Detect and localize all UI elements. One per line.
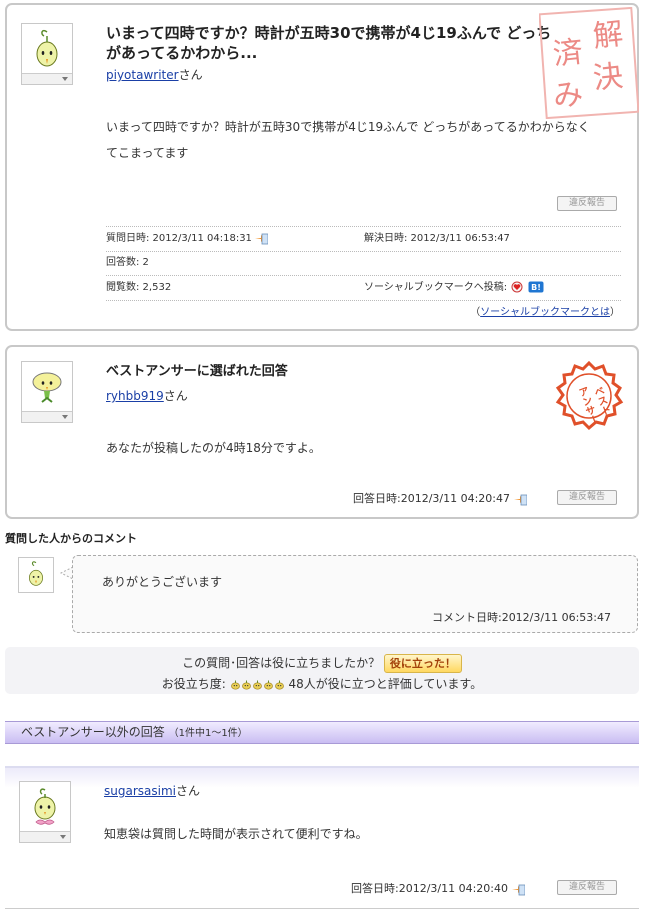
chevron-down-icon — [62, 77, 68, 81]
honorific: さん — [163, 389, 188, 403]
avatar-menu-toggle[interactable] — [20, 831, 70, 842]
svg-text:B!: B! — [531, 283, 541, 292]
best-answer-panel: ベストアンサーに選ばれた回答 ryhbb919さん ベスト アンサー あなたが投… — [5, 345, 639, 519]
info-row-views: 閲覧数: 2,532 ソーシャルブックマークへ投稿: B! — [106, 276, 621, 301]
social-bookmark-label: ソーシャルブックマークへ投稿: — [364, 282, 508, 293]
report-violation-button[interactable]: 違反報告 — [557, 490, 617, 505]
asker-user-link[interactable]: piyotawriter — [106, 68, 179, 82]
rating-sprout-icon — [274, 680, 284, 690]
question-body: いまって四時ですか？時計が五時30で携帯が4じ19ふんで どっちがあってるかわか… — [106, 114, 634, 166]
comment-avatar[interactable] — [18, 557, 54, 593]
helpful-button[interactable]: 役に立った！ — [383, 654, 462, 673]
other-answerer-user-link[interactable]: sugarsasimi — [104, 784, 176, 798]
rating-summary: 48人が役に立つと評価しています。 — [288, 677, 483, 691]
answerer-user: ryhbb919さん — [106, 387, 188, 404]
other-answer-body: 知恵袋は質問した時間が表示されて便利ですね。 — [104, 827, 368, 841]
rating-sprout-icon — [230, 680, 240, 690]
mushroom-character-icon — [32, 372, 62, 403]
helpful-rating-row: お役立ち度: 48人が役に立つと評価しています。 — [5, 675, 639, 692]
answered-datetime: 回答日時:2012/3/11 04:20:47 — [353, 492, 511, 505]
memo-icon[interactable] — [511, 883, 525, 896]
answerer-user-link[interactable]: ryhbb919 — [106, 389, 164, 403]
honorific: さん — [175, 784, 200, 798]
info-row-counts: 回答数: 2 — [106, 251, 621, 276]
answerer-avatar[interactable] — [21, 361, 73, 423]
question-title: いまって四時ですか？時計が五時30で携帯が4じ19ふんで どっちがあってるかわか… — [106, 24, 552, 62]
question-body-line: てこまってます — [106, 146, 189, 160]
avatar-menu-toggle[interactable] — [22, 73, 72, 84]
asker-comment-time: コメント日時:2012/3/11 06:53:47 — [431, 611, 611, 624]
rating-sprout-icon — [252, 680, 262, 690]
asker-user: piyotawriterさん — [106, 66, 203, 83]
asked-datetime: 質問日時: 2012/3/11 04:18:31 — [106, 233, 252, 244]
other-answers-header: ベストアンサー以外の回答 （1件中1～1件） — [5, 721, 639, 744]
paren-open: （ — [470, 307, 481, 318]
sprout-character-icon — [36, 29, 58, 67]
view-count: 閲覧数: 2,532 — [106, 282, 172, 293]
helpful-question: この質問･回答は役に立ちましたか？ — [182, 656, 381, 670]
chevron-down-icon — [62, 415, 68, 419]
resolved-stamp: 解 決 済 み — [539, 7, 639, 119]
other-answerer-avatar[interactable] — [19, 781, 71, 843]
other-answerer-user: sugarsasimiさん — [104, 782, 200, 799]
social-bookmark-help: （ソーシャルブックマークとは） — [106, 303, 620, 318]
other-answer-item: sugarsasimiさん 知恵袋は質問した時間が表示されて便利ですね。 回答日… — [5, 766, 639, 911]
sprout-character-icon — [34, 788, 56, 825]
stamp-char-3: 済 — [551, 35, 584, 73]
question-panel: いまって四時ですか？時計が五時30で携帯が4じ19ふんで どっちがあってるかわか… — [5, 3, 639, 331]
report-violation-button[interactable]: 違反報告 — [557, 196, 617, 211]
other-answers-count: （1件中1～1件） — [168, 728, 248, 739]
honorific: さん — [178, 68, 203, 82]
rating-sprouts — [230, 677, 285, 691]
resolved-datetime: 解決日時: 2012/3/11 06:53:47 — [364, 233, 510, 244]
asker-comment-bubble: ありがとうございます コメント日時:2012/3/11 06:53:47 — [72, 555, 638, 633]
rating-sprout-icon — [263, 680, 273, 690]
best-answer-stamp: ベスト アンサー — [555, 361, 624, 431]
answered-datetime: 回答日時:2012/3/11 04:20:40 — [351, 882, 509, 895]
hatena-bookmark-icon[interactable]: B! — [528, 281, 544, 293]
stamp-char-2: 決 — [591, 59, 624, 97]
asker-comment-title: 質問した人からのコメント — [5, 532, 137, 545]
stamp-char-1: 解 — [591, 17, 624, 55]
other-answer-time: 回答日時:2012/3/11 04:20:40 — [351, 880, 525, 896]
asker-avatar[interactable] — [21, 23, 73, 85]
chevron-down-icon — [60, 835, 66, 839]
memo-icon[interactable] — [513, 493, 527, 506]
best-answer-heading: ベストアンサーに選ばれた回答 — [106, 364, 288, 379]
social-bookmark: ソーシャルブックマークへ投稿: B! — [364, 276, 544, 300]
bottom-divider — [5, 908, 639, 909]
social-bookmark-help-link[interactable]: ソーシャルブックマークとは — [480, 307, 610, 318]
answer-count: 回答数: 2 — [106, 257, 149, 268]
bookmark-heart-icon[interactable] — [510, 281, 524, 293]
memo-icon[interactable] — [255, 232, 269, 245]
best-answer-body: あなたが投稿したのが4時18分ですよ。 — [106, 441, 321, 455]
other-answers-title: ベストアンサー以外の回答 — [21, 725, 165, 739]
avatar-menu-toggle[interactable] — [22, 411, 72, 422]
helpful-question-row: この質問･回答は役に立ちましたか？ 役に立った！ — [5, 654, 639, 673]
best-answer-time: 回答日時:2012/3/11 04:20:47 — [353, 490, 527, 506]
sprout-character-icon — [29, 561, 43, 586]
report-violation-button[interactable]: 違反報告 — [557, 880, 617, 895]
rating-label: お役立ち度: — [161, 677, 226, 691]
helpful-panel: この質問･回答は役に立ちましたか？ 役に立った！ お役立ち度: 48人が役に立つ… — [5, 647, 639, 694]
rating-sprout-icon — [241, 680, 251, 690]
stamp-char-4: み — [551, 77, 584, 115]
info-row-dates: 質問日時: 2012/3/11 04:18:31 解決日時: 2012/3/11… — [106, 226, 621, 252]
asker-comment-text: ありがとうございます — [102, 575, 223, 589]
paren-close: ） — [610, 307, 620, 318]
question-body-line: いまって四時ですか？時計が五時30で携帯が4じ19ふんで どっちがあってるかわか… — [106, 120, 590, 134]
